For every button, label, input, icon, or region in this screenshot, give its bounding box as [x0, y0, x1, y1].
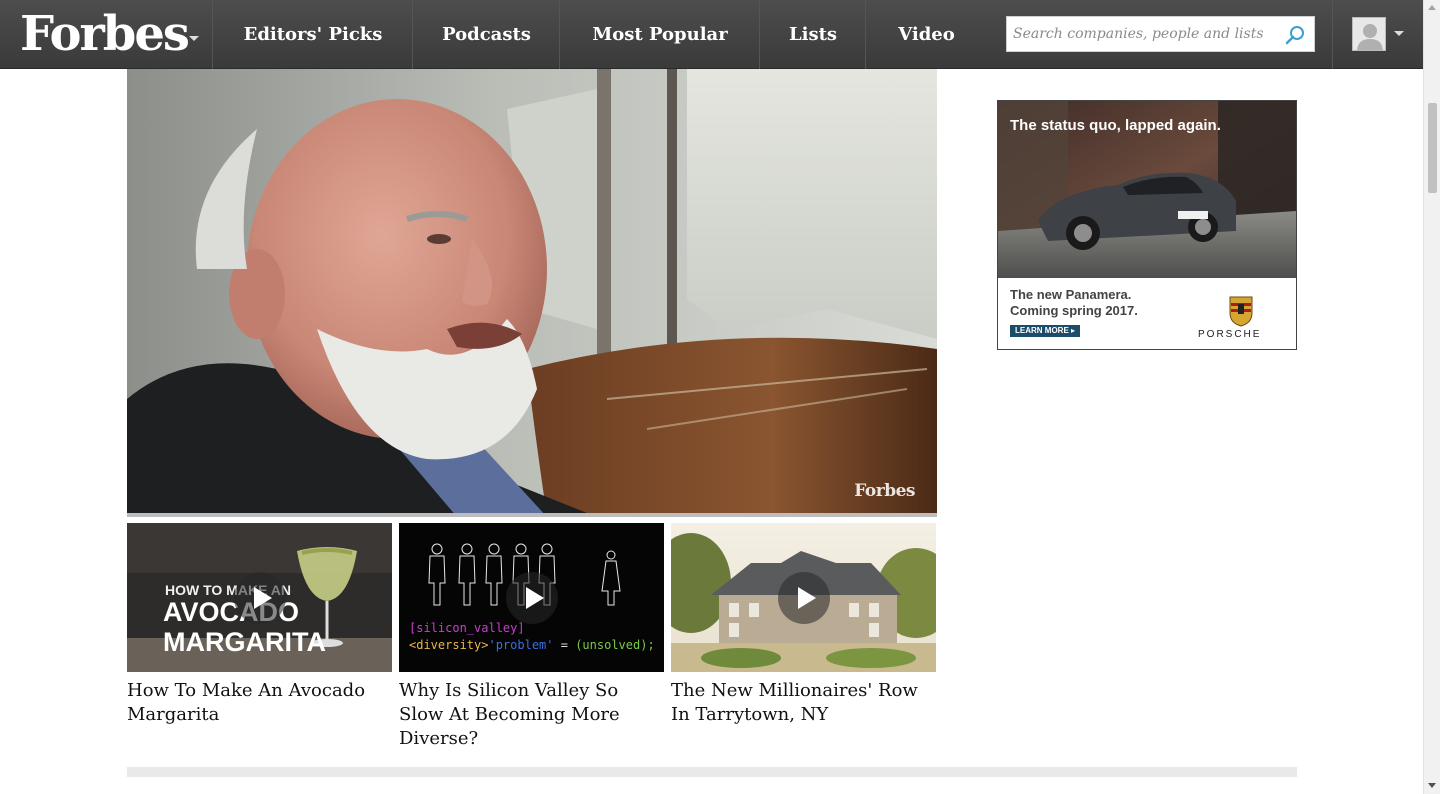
scroll-up-arrow-icon[interactable] — [1428, 5, 1436, 10]
related-video-card[interactable]: The New Millionaires' Row In Tarrytown, … — [671, 523, 936, 727]
section-divider — [127, 767, 1297, 777]
video-thumbnail[interactable] — [671, 523, 936, 672]
nav-item-editors-picks[interactable]: Editors' Picks — [214, 0, 413, 69]
related-video-card[interactable]: [silicon_valley] <diversity>'problem' = … — [399, 523, 664, 751]
user-silhouette-icon — [1353, 18, 1385, 50]
ad-learn-more-button[interactable]: LEARN MORE ▸ — [1010, 325, 1081, 337]
ad-headline: The status quo, lapped again. — [1010, 117, 1221, 134]
play-icon[interactable] — [234, 572, 286, 624]
nav-item-podcasts[interactable]: Podcasts — [414, 0, 560, 69]
video-frame — [127, 69, 937, 517]
related-video-title[interactable]: Why Is Silicon Valley So Slow At Becomin… — [399, 679, 667, 751]
thumb-overlay-line-3: MARGARITA — [163, 627, 326, 657]
video-thumbnail[interactable]: HOW TO MAKE AN AVOCADO MARGARITA — [127, 523, 392, 672]
main-video-player[interactable]: Forbes — [127, 69, 937, 517]
play-icon[interactable] — [778, 572, 830, 624]
nav-item-lists[interactable]: Lists — [761, 0, 866, 69]
search-icon[interactable] — [1285, 25, 1305, 45]
video-thumbnail[interactable]: [silicon_valley] <diversity>'problem' = … — [399, 523, 664, 672]
nav-divider — [1332, 0, 1333, 69]
scroll-down-arrow-icon[interactable] — [1428, 783, 1436, 788]
related-video-title[interactable]: How To Make An Avocado Margarita — [127, 679, 395, 727]
ad-subtitle-2: Coming spring 2017. — [1010, 303, 1138, 318]
search-box — [1006, 16, 1315, 52]
play-icon[interactable] — [506, 572, 558, 624]
search-input[interactable] — [1007, 17, 1277, 51]
ad-subtitle-1: The new Panamera. — [1010, 287, 1132, 302]
ad-brand-wordmark: PORSCHE — [1198, 329, 1262, 340]
scrollbar-thumb[interactable] — [1428, 103, 1437, 193]
related-video-card[interactable]: HOW TO MAKE AN AVOCADO MARGARITA How To … — [127, 523, 392, 727]
related-video-title[interactable]: The New Millionaires' Row In Tarrytown, … — [671, 679, 939, 727]
nav-item-video[interactable]: Video — [867, 0, 986, 69]
vertical-scrollbar[interactable] — [1423, 0, 1440, 794]
porsche-advertisement[interactable]: The status quo, lapped again. The new Pa… — [997, 100, 1297, 350]
video-progress-bar[interactable] — [127, 513, 937, 517]
porsche-crest-icon — [1229, 296, 1253, 327]
forbes-watermark: Forbes — [854, 481, 915, 501]
top-navigation-bar: Forbes Editors' Picks Podcasts Most Popu… — [0, 0, 1423, 69]
thumb-code-line-1: [silicon_valley] — [409, 621, 525, 635]
account-chevron-down-icon[interactable] — [1394, 31, 1404, 36]
svg-text:<diversity>'problem' = (unsolv: <diversity>'problem' = (unsolved); — [409, 638, 655, 652]
forbes-logo[interactable]: Forbes — [0, 0, 213, 69]
logo-chevron-down-icon[interactable] — [189, 36, 199, 41]
nav-item-most-popular[interactable]: Most Popular — [561, 0, 760, 69]
logo-text: Forbes — [20, 6, 190, 62]
user-avatar[interactable] — [1352, 17, 1386, 51]
